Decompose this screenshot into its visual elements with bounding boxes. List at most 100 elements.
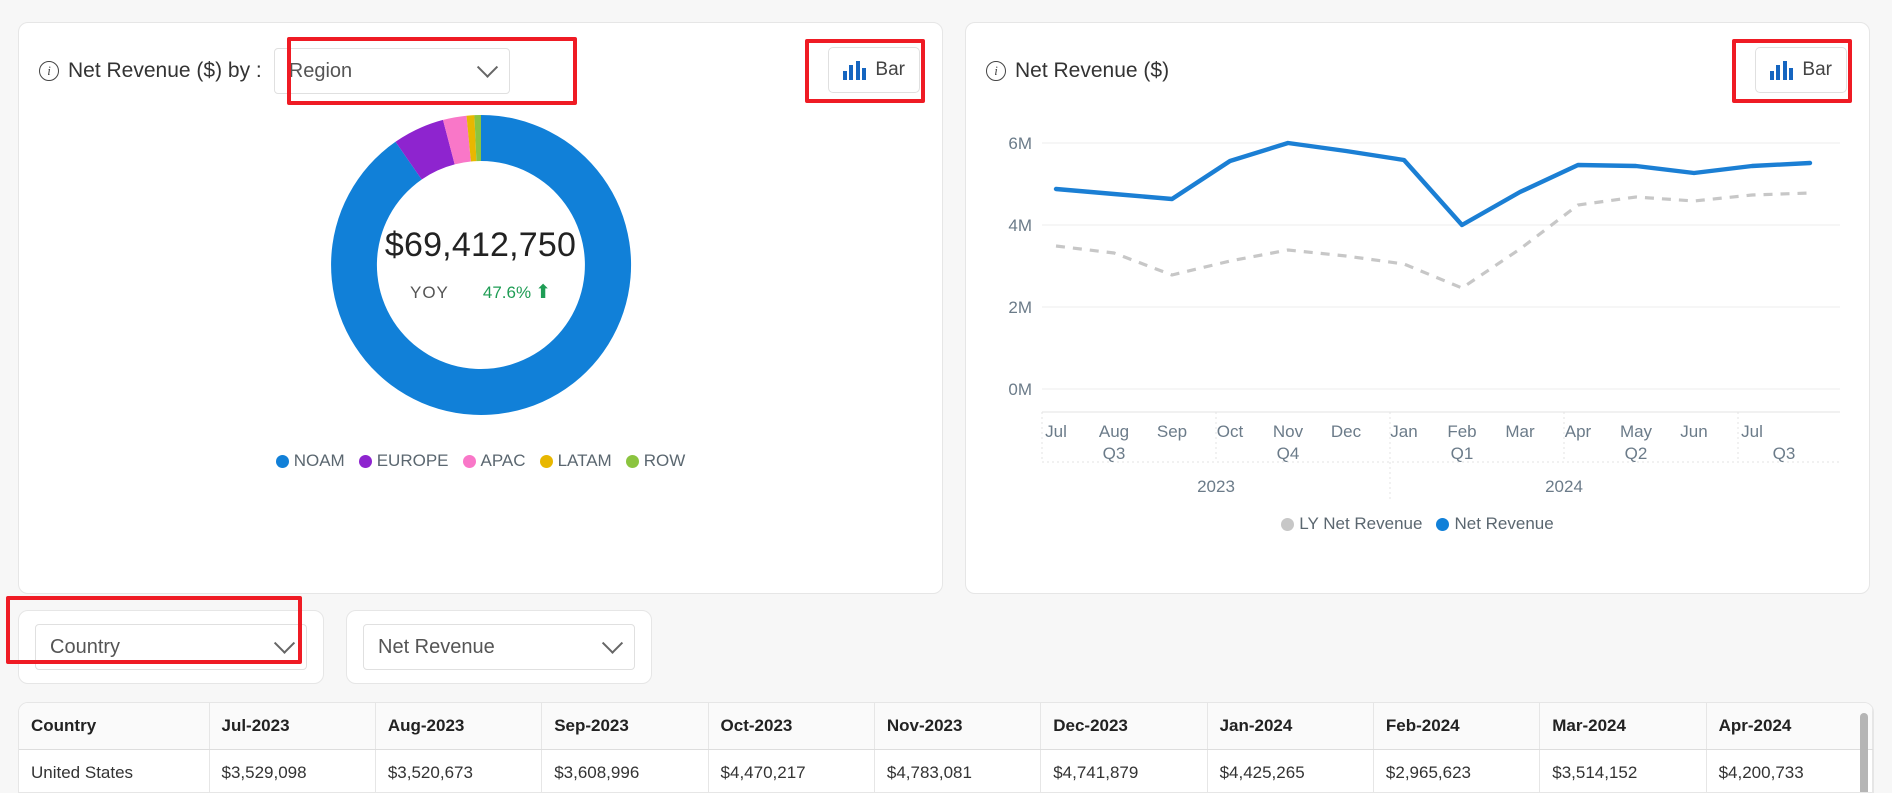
measure-select[interactable]: Net Revenue — [363, 624, 635, 670]
svg-text:Dec: Dec — [1331, 422, 1362, 441]
line-chart-area[interactable]: 6M 4M 2M 0M Jul Aug Sep Oct Nov Dec Jan … — [966, 101, 1869, 512]
table-row[interactable]: United States $3,529,098 $3,520,673 $3,6… — [19, 749, 1873, 792]
dimension-filter-card: Country — [18, 610, 324, 684]
chevron-down-icon — [601, 632, 624, 654]
legend-label-apac: APAC — [480, 451, 526, 470]
revenue-table-wrap[interactable]: Country Jul-2023 Aug-2023 Sep-2023 Oct-2… — [18, 702, 1874, 793]
table-header-cell[interactable]: Feb-2024 — [1373, 703, 1541, 750]
svg-text:Mar: Mar — [1505, 422, 1535, 441]
svg-text:Q4: Q4 — [1277, 444, 1300, 463]
table-header-row: Country Jul-2023 Aug-2023 Sep-2023 Oct-2… — [19, 703, 1873, 750]
table-header-cell[interactable]: Aug-2023 — [375, 703, 543, 750]
legend-item-apac[interactable]: APAC — [462, 451, 526, 471]
table-cell: United States — [19, 749, 210, 792]
measure-value: Net Revenue — [378, 635, 495, 658]
revenue-table: Country Jul-2023 Aug-2023 Sep-2023 Oct-2… — [19, 703, 1873, 792]
filters-row: Country Net Revenue — [0, 594, 1892, 684]
yoy-value: 47.6% — [482, 283, 532, 302]
table-cell: $4,425,265 — [1207, 749, 1374, 792]
table-vertical-scrollbar[interactable] — [1860, 713, 1868, 792]
line-card-title: Net Revenue ($) — [1015, 59, 1170, 82]
table-cell: $3,608,996 — [541, 749, 709, 792]
donut-total-value: $69,412,750 — [384, 226, 577, 264]
donut-chart-wrap: $69,412,750 YOY 47.6% ⬆ NOAM EUROPE APAC… — [19, 101, 942, 471]
arrow-up-icon: ⬆ — [535, 282, 552, 303]
chevron-down-icon — [476, 56, 498, 78]
yoy-label: YOY — [409, 282, 449, 302]
table-cell: $4,741,879 — [1040, 749, 1208, 792]
table-header-cell[interactable]: Sep-2023 — [541, 703, 709, 750]
svg-text:Jan: Jan — [1390, 422, 1417, 441]
svg-text:Jul: Jul — [1045, 422, 1067, 441]
net-revenue-trend-card: i Net Revenue ($) Bar 6M 4M 2M 0M Jul Au… — [965, 22, 1870, 594]
legend-swatch-latam — [539, 454, 553, 468]
svg-text:2024: 2024 — [1545, 477, 1583, 496]
line-chart-type-label: Bar — [1802, 59, 1832, 80]
info-icon[interactable]: i — [39, 61, 59, 81]
svg-text:Jul: Jul — [1741, 422, 1763, 441]
table-header-cell[interactable]: Dec-2023 — [1040, 703, 1208, 750]
dashboard: i Net Revenue ($) by : Region Bar $69,41… — [0, 0, 1892, 793]
legend-label-europe: EUROPE — [376, 451, 449, 470]
region-dimension-select[interactable]: Region — [273, 48, 510, 94]
svg-text:Aug: Aug — [1099, 422, 1129, 441]
legend-swatch-ly-net-revenue — [1281, 517, 1295, 531]
cards-row: i Net Revenue ($) by : Region Bar $69,41… — [0, 0, 1892, 594]
chevron-down-icon — [273, 632, 296, 654]
table-header-cell[interactable]: Apr-2024 — [1706, 703, 1873, 750]
line-chart-type-button[interactable]: Bar — [1754, 47, 1847, 93]
table-header-cell[interactable]: Jul-2023 — [209, 703, 376, 750]
svg-text:Oct: Oct — [1217, 422, 1244, 441]
region-dimension-value: Region — [288, 59, 353, 82]
table-cell: $4,783,081 — [874, 749, 1042, 792]
legend-item-noam[interactable]: NOAM — [275, 451, 345, 471]
donut-chart[interactable]: $69,412,750 YOY 47.6% ⬆ — [321, 105, 641, 425]
svg-text:6M: 6M — [1008, 134, 1032, 153]
table-header-cell[interactable]: Country — [19, 703, 210, 750]
legend-label-noam: NOAM — [293, 451, 345, 470]
legend-item-ly-net-revenue[interactable]: LY Net Revenue — [1281, 514, 1422, 534]
table-header-cell[interactable]: Oct-2023 — [708, 703, 875, 750]
bar-chart-icon — [1769, 60, 1794, 80]
svg-text:Nov: Nov — [1273, 422, 1304, 441]
svg-text:2023: 2023 — [1197, 477, 1235, 496]
svg-text:Feb: Feb — [1447, 422, 1476, 441]
legend-label-net-revenue: Net Revenue — [1454, 514, 1554, 533]
legend-swatch-row — [625, 454, 639, 468]
legend-item-latam[interactable]: LATAM — [539, 451, 612, 471]
svg-text:Apr: Apr — [1565, 422, 1592, 441]
table-cell: $4,200,733 — [1706, 749, 1873, 792]
svg-text:Q3: Q3 — [1103, 444, 1126, 463]
bar-chart-icon — [842, 60, 867, 80]
legend-label-latam: LATAM — [557, 451, 612, 470]
svg-text:Sep: Sep — [1157, 422, 1187, 441]
legend-swatch-noam — [275, 454, 289, 468]
legend-item-net-revenue[interactable]: Net Revenue — [1436, 514, 1554, 534]
donut-card-header: i Net Revenue ($) by : Region Bar — [19, 23, 942, 101]
table-cell: $3,520,673 — [375, 749, 543, 792]
yoy-row: YOY 47.6% ⬆ — [410, 281, 551, 304]
line-chart-svg: 6M 4M 2M 0M Jul Aug Sep Oct Nov Dec Jan … — [1008, 134, 1840, 502]
table-header-cell[interactable]: Nov-2023 — [874, 703, 1042, 750]
legend-swatch-europe — [358, 454, 372, 468]
svg-text:Q2: Q2 — [1625, 444, 1648, 463]
country-dimension-select[interactable]: Country — [35, 624, 307, 670]
table-cell: $4,470,217 — [708, 749, 875, 792]
country-dimension-value: Country — [50, 635, 121, 658]
svg-text:4M: 4M — [1008, 216, 1032, 235]
svg-text:Jun: Jun — [1680, 422, 1707, 441]
legend-item-row[interactable]: ROW — [625, 451, 685, 471]
line-card-header: i Net Revenue ($) Bar — [966, 23, 1869, 101]
legend-item-europe[interactable]: EUROPE — [358, 451, 449, 471]
net-revenue-by-region-card: i Net Revenue ($) by : Region Bar $69,41… — [18, 22, 943, 594]
table-header-cell[interactable]: Jan-2024 — [1207, 703, 1374, 750]
donut-chart-type-button[interactable]: Bar — [827, 47, 920, 93]
measure-filter-card: Net Revenue — [346, 610, 652, 684]
line-legend: LY Net Revenue Net Revenue — [966, 514, 1869, 534]
legend-label-ly-net-revenue: LY Net Revenue — [1299, 514, 1423, 533]
info-icon[interactable]: i — [986, 61, 1006, 81]
table-cell: $2,965,623 — [1373, 749, 1541, 792]
table-header-cell[interactable]: Mar-2024 — [1539, 703, 1707, 750]
donut-card-title: Net Revenue ($) by : — [68, 59, 262, 82]
legend-swatch-apac — [462, 454, 476, 468]
